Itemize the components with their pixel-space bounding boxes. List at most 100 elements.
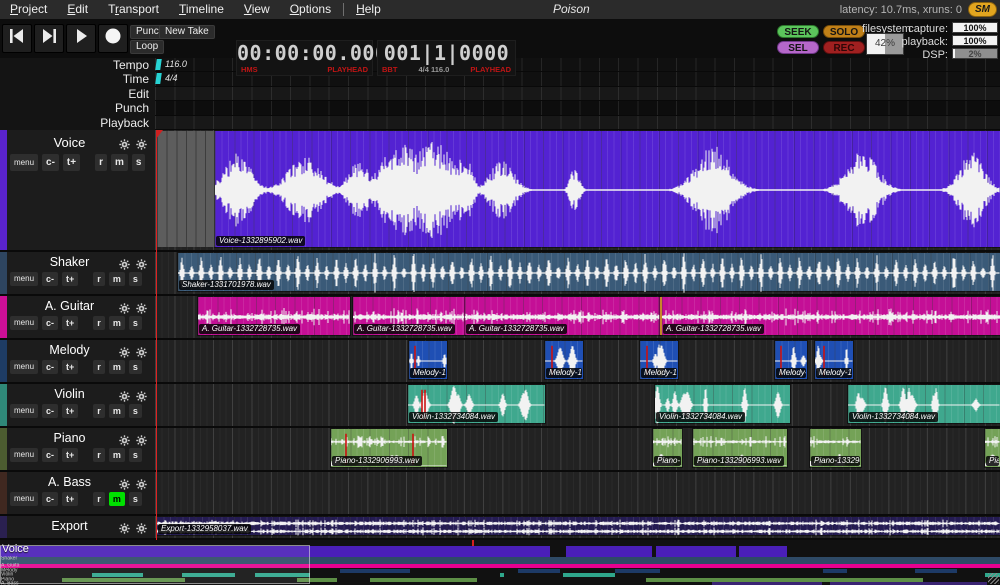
track-violin-button-r[interactable]: r xyxy=(93,404,105,418)
track-a-bass-button-r[interactable]: r xyxy=(93,492,105,506)
playhead-handle[interactable] xyxy=(156,130,163,139)
track-violin-button-s[interactable]: s xyxy=(129,404,142,418)
menu-item-view[interactable]: View xyxy=(234,0,280,19)
track-piano-button-menu[interactable]: menu xyxy=(10,448,38,462)
track-lane-export[interactable]: Export-1332958037.wav xyxy=(155,516,1000,540)
menu-item-edit[interactable]: Edit xyxy=(57,0,98,19)
rec-toggle[interactable]: REC xyxy=(823,41,865,54)
menu-item-timeline[interactable]: Timeline xyxy=(169,0,234,19)
track-lane-a-bass[interactable] xyxy=(155,472,1000,516)
track-a-bass-button-m[interactable]: m xyxy=(109,492,125,506)
menu-item-transport[interactable]: Transport xyxy=(98,0,169,19)
playback-value-box[interactable]: 100% xyxy=(952,35,998,46)
track-name-melody[interactable]: Melody xyxy=(28,343,111,357)
play-button[interactable] xyxy=(66,24,96,53)
track-voice-button-r[interactable]: r xyxy=(95,154,107,171)
track-lane-a-guitar[interactable]: A. Guitar-1332728735.wavA. Guitar-133272… xyxy=(155,296,1000,340)
audio-region-melody[interactable]: Melody-13 xyxy=(545,341,583,379)
capture-value-box[interactable]: 100% xyxy=(952,22,998,33)
gear-icon[interactable] xyxy=(119,521,130,539)
ruler-row-edit[interactable] xyxy=(155,87,1000,101)
audio-region-shaker[interactable]: Shaker-1331701978.wav xyxy=(178,253,1000,291)
menu-item-help[interactable]: Help xyxy=(346,0,391,19)
audio-region-piano[interactable]: Piano-1332906993.wav xyxy=(331,429,447,467)
track-voice-button-t[interactable]: t+ xyxy=(63,154,80,171)
audio-region-violin[interactable]: Violin-1332734084.wav xyxy=(408,385,545,423)
track-piano-button-m[interactable]: m xyxy=(109,448,125,462)
track-a-guitar-button-m[interactable]: m xyxy=(109,316,125,330)
track-a-guitar-button-s[interactable]: s xyxy=(129,316,142,330)
audio-region-piano[interactable]: Piano-1332906993.wav xyxy=(693,429,787,467)
menu-item-project[interactable]: Project xyxy=(0,0,57,19)
audio-region-a-guitar[interactable]: A. Guitar-1332728735.wav xyxy=(198,297,350,335)
track-violin-button-t[interactable]: t+ xyxy=(62,404,78,418)
track-melody-button-t[interactable]: t+ xyxy=(62,360,78,374)
track-voice-button-s[interactable]: s xyxy=(132,154,146,171)
audio-region-voice[interactable]: Voice-1332895902.wav xyxy=(215,131,1000,247)
audio-region-piano[interactable]: Piano- xyxy=(653,429,682,467)
audio-region-violin[interactable]: Violin-1332734084.wav xyxy=(848,385,1000,423)
audio-region-a-guitar[interactable]: A. Guitar-1332728735.wav xyxy=(465,297,660,335)
track-voice-button-m[interactable]: m xyxy=(111,154,128,171)
loop-button[interactable]: Loop xyxy=(130,40,164,54)
track-name-export[interactable]: Export xyxy=(28,519,111,533)
track-a-guitar-button-c[interactable]: c- xyxy=(42,316,58,330)
seek-toggle[interactable]: SEEK xyxy=(777,25,819,38)
track-name-piano[interactable]: Piano xyxy=(28,431,111,445)
gear-icon[interactable] xyxy=(136,521,147,539)
clock-hms[interactable]: 00:00:00.000 HMS PLAYHEAD xyxy=(236,40,373,76)
gear-icon[interactable] xyxy=(136,137,147,155)
ruler-marker-icon[interactable] xyxy=(155,73,162,84)
audio-region-export[interactable]: Export-1332958037.wav xyxy=(157,517,1000,535)
track-name-a-guitar[interactable]: A. Guitar xyxy=(28,299,111,313)
audio-region-melody[interactable]: Melody-13 xyxy=(640,341,678,379)
track-name-violin[interactable]: Violin xyxy=(28,387,111,401)
track-shaker-button-c[interactable]: c- xyxy=(42,272,58,286)
audio-region-piano[interactable]: Piano-133290 xyxy=(810,429,861,467)
track-lane-piano[interactable]: Piano-1332906993.wav Piano- Piano-13329069… xyxy=(155,428,1000,472)
audio-region-violin[interactable]: Violin-1332734084.wav xyxy=(655,385,790,423)
audio-region-piano[interactable]: Pia xyxy=(985,429,1000,467)
track-violin-button-menu[interactable]: menu xyxy=(10,404,38,418)
overview-viewport[interactable] xyxy=(0,545,310,584)
track-shaker-button-m[interactable]: m xyxy=(109,272,125,286)
ruler-row-punch[interactable] xyxy=(155,101,1000,115)
audio-region-melody[interactable]: Melody-13 xyxy=(775,341,807,379)
audio-region-a-guitar[interactable]: A. Guitar-1332728735.wav xyxy=(353,297,465,335)
track-a-bass-button-t[interactable]: t+ xyxy=(62,492,78,506)
track-a-bass-button-menu[interactable]: menu xyxy=(10,492,38,506)
gear-icon[interactable] xyxy=(119,137,130,155)
track-piano-button-t[interactable]: t+ xyxy=(62,448,78,462)
resize-handle-icon[interactable] xyxy=(988,573,999,584)
audio-region-a-guitar[interactable]: A. Guitar-1332728735.wav xyxy=(660,297,1000,335)
track-melody-button-m[interactable]: m xyxy=(109,360,125,374)
track-name-voice[interactable]: Voice xyxy=(28,135,111,150)
track-melody-button-s[interactable]: s xyxy=(129,360,142,374)
go-to-start-button[interactable] xyxy=(2,24,32,53)
track-violin-button-m[interactable]: m xyxy=(109,404,125,418)
track-piano-button-s[interactable]: s xyxy=(129,448,142,462)
track-melody-button-r[interactable]: r xyxy=(93,360,105,374)
track-piano-button-r[interactable]: r xyxy=(93,448,105,462)
sel-toggle[interactable]: SEL xyxy=(777,41,819,54)
ruler-marker-icon[interactable] xyxy=(155,59,162,70)
track-name-shaker[interactable]: Shaker xyxy=(28,255,111,269)
track-piano-button-c[interactable]: c- xyxy=(42,448,58,462)
track-shaker-button-menu[interactable]: menu xyxy=(10,272,38,286)
track-shaker-button-t[interactable]: t+ xyxy=(62,272,78,286)
track-lane-shaker[interactable]: Shaker-1331701978.wav xyxy=(155,252,1000,296)
track-shaker-button-r[interactable]: r xyxy=(93,272,105,286)
track-a-guitar-button-t[interactable]: t+ xyxy=(62,316,78,330)
ruler-row-playback[interactable] xyxy=(155,116,1000,130)
track-name-a-bass[interactable]: A. Bass xyxy=(28,475,111,489)
new-take-button[interactable]: New Take xyxy=(159,25,215,39)
track-melody-button-c[interactable]: c- xyxy=(42,360,58,374)
track-a-bass-button-c[interactable]: c- xyxy=(42,492,58,506)
record-button[interactable] xyxy=(98,24,128,53)
track-lane-violin[interactable]: Violin-1332734084.wav Violin-1332734084.w… xyxy=(155,384,1000,428)
track-violin-button-c[interactable]: c- xyxy=(42,404,58,418)
track-melody-button-menu[interactable]: menu xyxy=(10,360,38,374)
track-voice-button-menu[interactable]: menu xyxy=(10,154,38,171)
solo-toggle[interactable]: SOLO xyxy=(823,25,865,38)
audio-region-melody[interactable]: Melody-13 xyxy=(815,341,853,379)
